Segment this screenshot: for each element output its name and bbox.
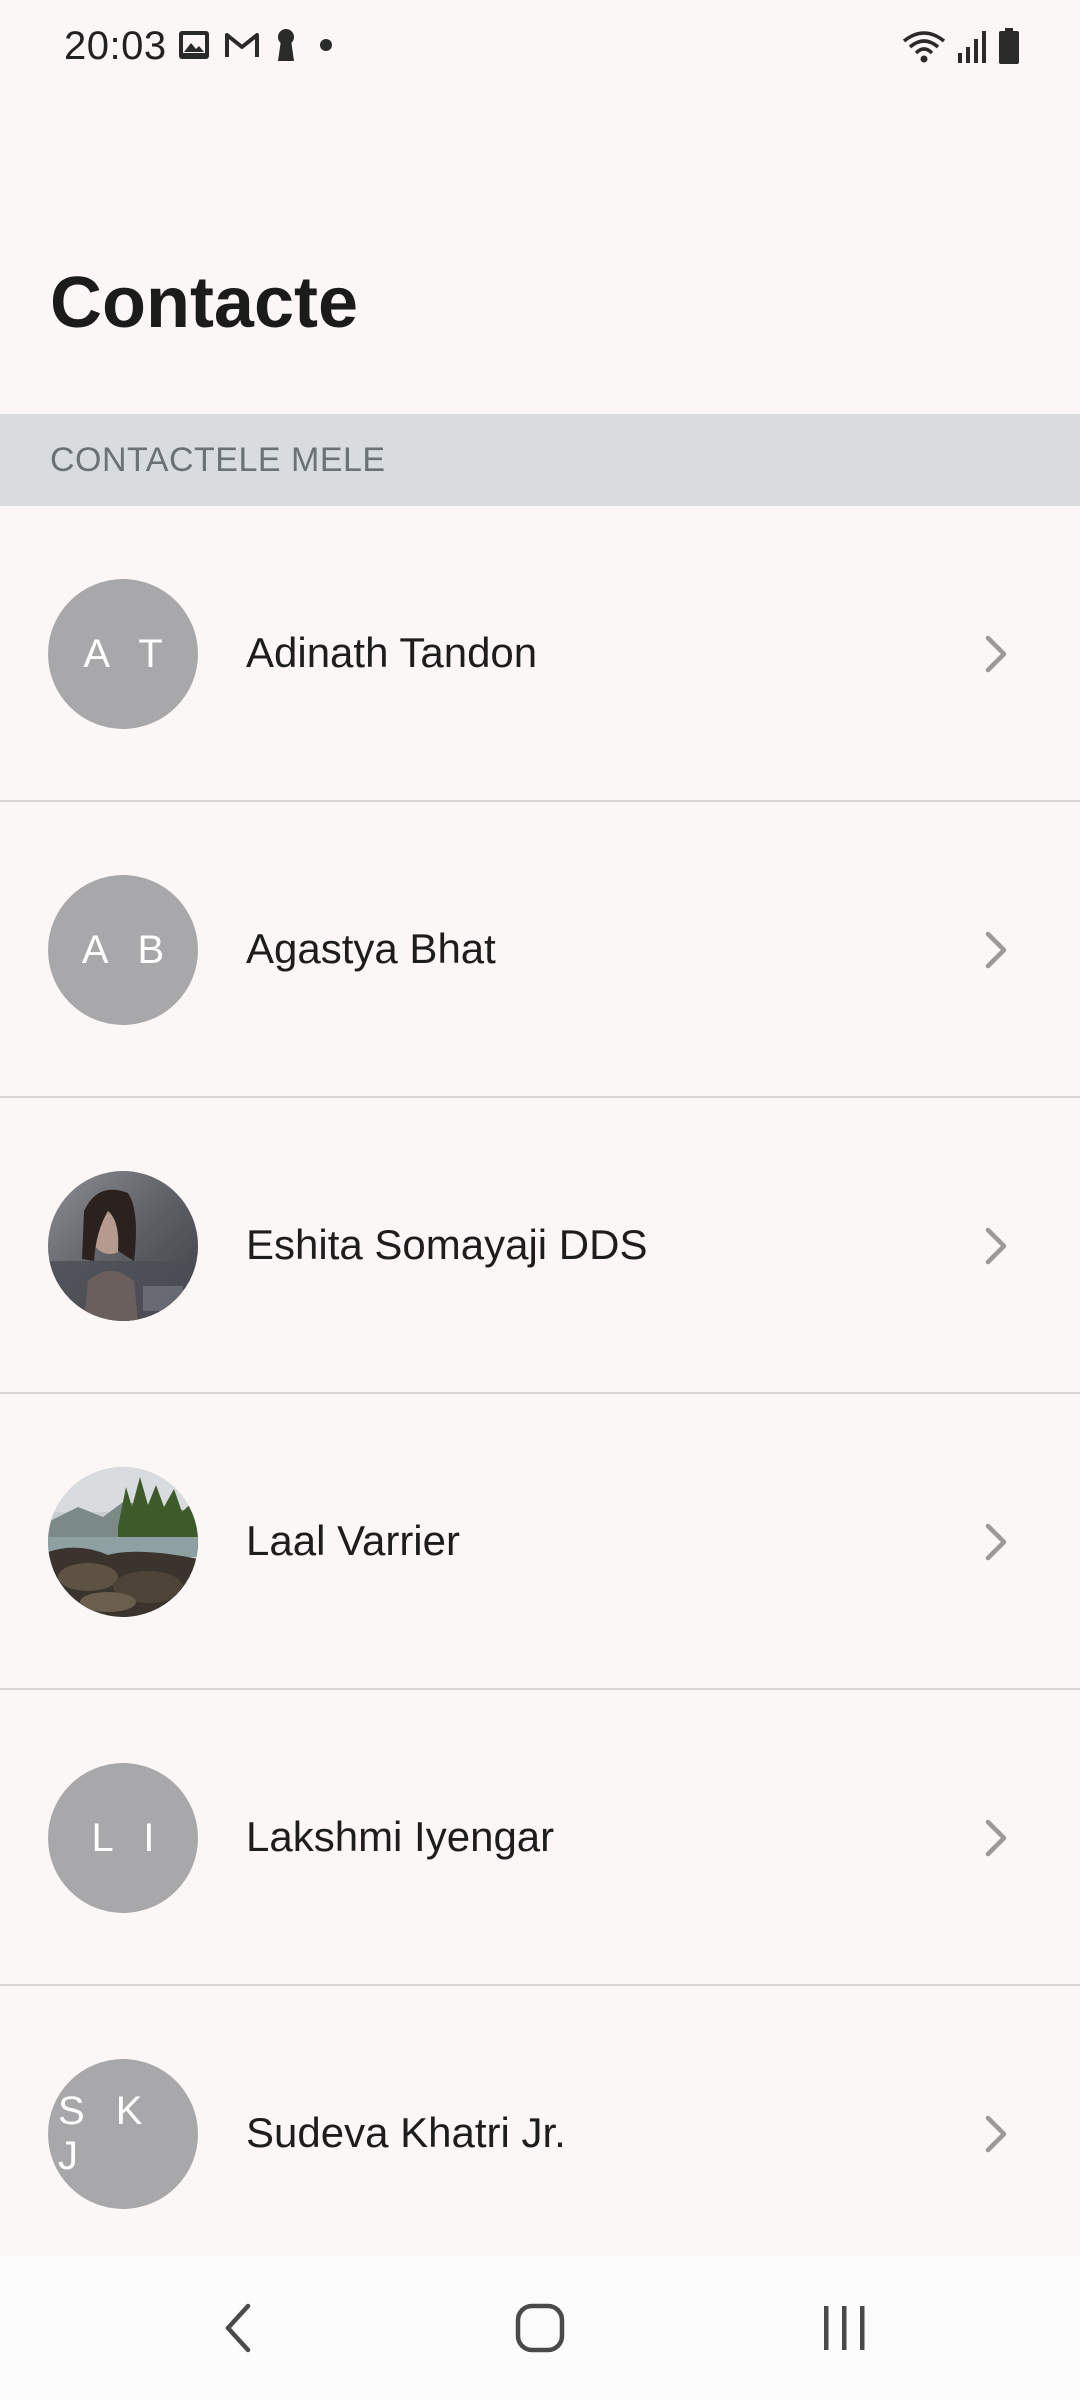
contact-row[interactable]: Eshita Somayaji DDS bbox=[0, 1098, 1080, 1394]
chevron-right-icon bbox=[985, 1227, 1007, 1265]
contact-row[interactable]: S K J Sudeva Khatri Jr. bbox=[0, 1986, 1080, 2282]
wifi-icon bbox=[902, 29, 946, 68]
chevron-right-icon bbox=[985, 635, 1007, 673]
avatar-initials: A B bbox=[81, 927, 175, 972]
chevron-right-icon bbox=[985, 1523, 1007, 1561]
chevron-right-icon bbox=[985, 931, 1007, 969]
avatar: L I bbox=[48, 1763, 198, 1913]
back-icon bbox=[225, 2303, 251, 2353]
chevron-right-icon bbox=[985, 1819, 1007, 1857]
navigation-bar bbox=[0, 2256, 1080, 2400]
contact-name: Agastya Bhat bbox=[246, 925, 496, 972]
signal-icon bbox=[956, 29, 988, 68]
battery-icon bbox=[998, 28, 1020, 69]
avatar-initials: L I bbox=[91, 1815, 165, 1860]
portrait-photo bbox=[48, 1171, 198, 1321]
avatar-initials: A T bbox=[83, 631, 173, 676]
avatar-initials: S K J bbox=[58, 2089, 153, 2178]
contact-row[interactable]: Laal Varrier bbox=[0, 1394, 1080, 1690]
contact-list: A T Adinath Tandon A B Agastya Bhat Eshi… bbox=[0, 506, 1080, 2282]
chevron-right-icon bbox=[985, 2115, 1007, 2153]
contact-name: Adinath Tandon bbox=[246, 629, 538, 676]
status-system-icons bbox=[902, 28, 1020, 69]
recents-button[interactable] bbox=[784, 2256, 904, 2400]
keyhole-icon bbox=[274, 28, 298, 67]
status-notification-icons bbox=[178, 28, 340, 67]
status-time: 20:03 bbox=[64, 24, 167, 68]
image-icon bbox=[178, 30, 210, 65]
contact-row[interactable]: A B Agastya Bhat bbox=[0, 802, 1080, 1098]
contact-name: Sudeva Khatri Jr. bbox=[246, 2109, 566, 2156]
contacts-screen: 20:03 Contacte CONTACTELE MELE A T Adina… bbox=[0, 0, 1080, 2400]
landscape-photo bbox=[48, 1467, 198, 1617]
contact-row[interactable]: A T Adinath Tandon bbox=[0, 506, 1080, 802]
back-button[interactable] bbox=[178, 2256, 298, 2400]
contact-row[interactable]: L I Lakshmi Iyengar bbox=[0, 1690, 1080, 1986]
avatar-photo bbox=[48, 1171, 198, 1321]
avatar: A T bbox=[48, 579, 198, 729]
section-header-label: CONTACTELE MELE bbox=[50, 440, 386, 479]
contact-name: Lakshmi Iyengar bbox=[246, 1813, 555, 1860]
home-button[interactable] bbox=[480, 2256, 600, 2400]
contact-name: Eshita Somayaji DDS bbox=[246, 1221, 648, 1268]
avatar: S K J bbox=[48, 2059, 198, 2209]
contact-name: Laal Varrier bbox=[246, 1517, 460, 1564]
home-icon bbox=[515, 2303, 565, 2353]
dot-icon bbox=[312, 35, 340, 60]
section-header: CONTACTELE MELE bbox=[0, 414, 1080, 506]
page-title: Contacte bbox=[50, 263, 359, 343]
gmail-icon bbox=[224, 31, 260, 64]
recents-icon bbox=[824, 2306, 865, 2350]
status-bar: 20:03 bbox=[0, 0, 1080, 96]
avatar: A B bbox=[48, 875, 198, 1025]
avatar-photo bbox=[48, 1467, 198, 1617]
